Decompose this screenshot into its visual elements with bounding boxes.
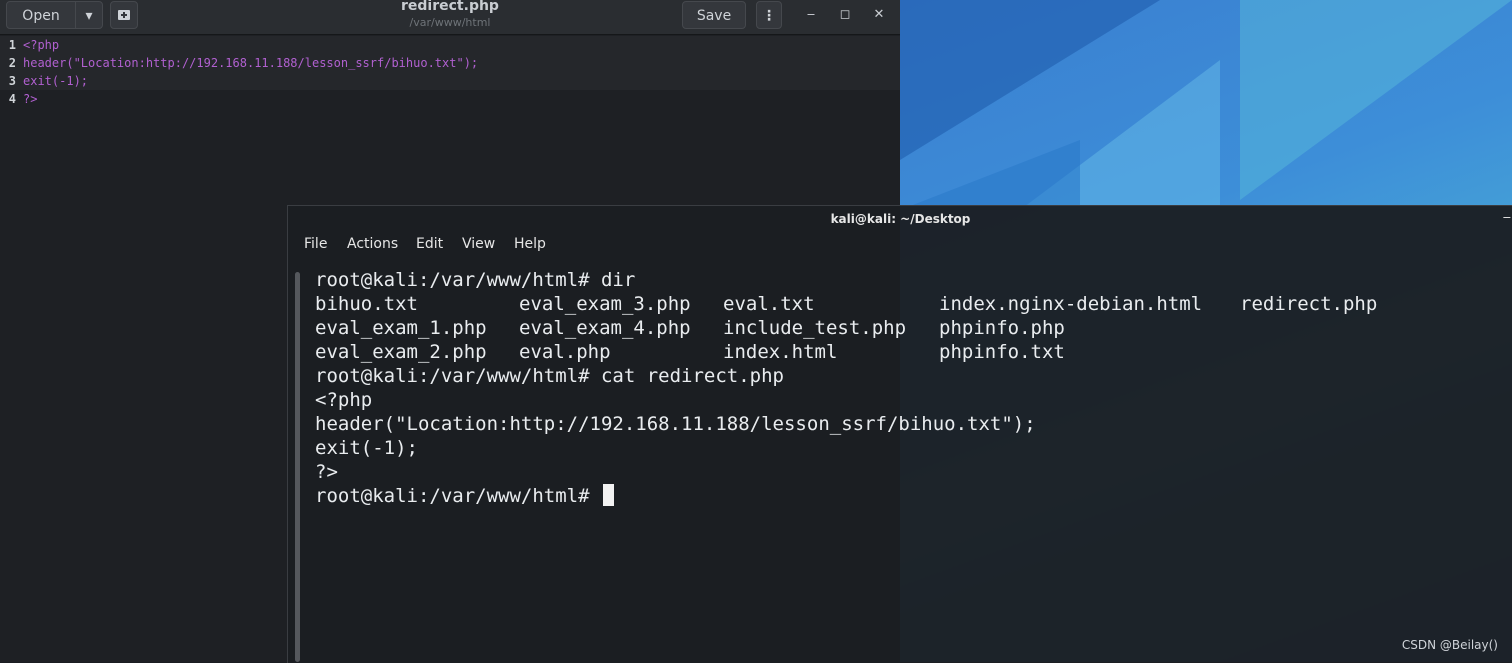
wallpaper-shape [900,140,1080,210]
code-text: <?php [23,38,60,52]
terminal-line: exit(-1); [315,437,418,459]
file-entry: eval_exam_2.php [315,341,487,363]
file-entry: phpinfo.php [939,317,1065,339]
ls-row: eval_exam_1.php eval_exam_4.php include_… [315,316,1495,340]
line-number: 3 [8,74,16,88]
prompt-text: root@kali:/var/www/html# [315,485,601,507]
file-entry: eval_exam_4.php [519,317,691,339]
editor-menu-button[interactable]: ⋮ [756,1,782,29]
terminal-line: root@kali:/var/www/html# cat redirect.ph… [315,365,784,387]
file-entry: include_test.php [723,317,907,339]
file-entry: eval.php [519,341,611,363]
terminal-line: ?> [315,461,338,483]
code-editor-area[interactable]: 1 <?php 2 header("Location:http://192.16… [0,36,900,108]
document-title: redirect.php [401,0,499,14]
new-document-icon [118,10,130,20]
open-dropdown-button[interactable]: ▾ [75,1,103,29]
editor-header-bar: Open ▾ redirect.php /var/www/html Save ⋮… [0,0,900,35]
line-number: 4 [8,92,16,106]
file-entry: eval_exam_3.php [519,293,691,315]
file-entry: redirect.php [1240,293,1378,315]
terminal-line: header("Location:http://192.168.11.188/l… [315,413,1036,435]
file-entry: eval_exam_1.php [315,317,487,339]
terminal-prompt-line[interactable]: root@kali:/var/www/html# [315,484,1495,508]
ls-row: eval_exam_2.php eval.php index.html phpi… [315,340,1495,364]
chevron-down-icon: ▾ [85,8,93,24]
code-text: header("Location:http://192.168.11.188/l… [23,56,479,70]
file-entry: phpinfo.txt [939,341,1065,363]
watermark: CSDN @Beilay() [1401,638,1498,652]
code-line: 4 ?> [0,90,900,108]
terminal-window[interactable]: kali@kali: ~/Desktop ‒ File Actions Edit… [287,205,1512,663]
document-path: /var/www/html [409,16,491,29]
wallpaper-shape [1240,0,1512,200]
menu-file[interactable]: File [304,236,327,252]
line-number: 2 [8,56,16,70]
menu-edit[interactable]: Edit [416,236,443,252]
file-entry: index.html [723,341,838,363]
terminal-title: kali@kali: ~/Desktop [830,212,971,226]
menu-actions[interactable]: Actions [347,236,398,252]
new-document-button[interactable] [110,1,138,29]
menu-view[interactable]: View [462,236,495,252]
minimize-icon[interactable]: ‒ [802,7,820,22]
code-text: exit(-1); [23,74,89,88]
terminal-output: root@kali:/var/www/html# dir bihuo.txt e… [315,268,1495,508]
file-entry: index.nginx-debian.html [939,293,1203,315]
open-button[interactable]: Open [6,1,76,29]
file-entry: bihuo.txt [315,293,418,315]
terminal-line: <?php [315,389,373,411]
terminal-line: root@kali:/var/www/html# dir [315,269,636,291]
close-icon[interactable]: ✕ [870,7,888,22]
code-text: ?> [23,92,38,106]
code-line: 3 exit(-1); [0,72,900,90]
text-cursor [602,484,614,506]
line-number: 1 [8,38,16,52]
menu-help[interactable]: Help [514,236,546,252]
maximize-icon[interactable]: ◻ [836,7,854,22]
ls-row: bihuo.txt eval_exam_3.php eval.txt index… [315,292,1495,316]
terminal-menubar: File Actions Edit View Help [288,234,1512,258]
file-entry: eval.txt [723,293,815,315]
code-line: 1 <?php [0,36,900,54]
save-button[interactable]: Save [682,1,746,29]
minimize-icon[interactable]: ‒ [1503,210,1511,225]
scrollbar[interactable] [295,272,300,662]
code-line: 2 header("Location:http://192.168.11.188… [0,54,900,72]
